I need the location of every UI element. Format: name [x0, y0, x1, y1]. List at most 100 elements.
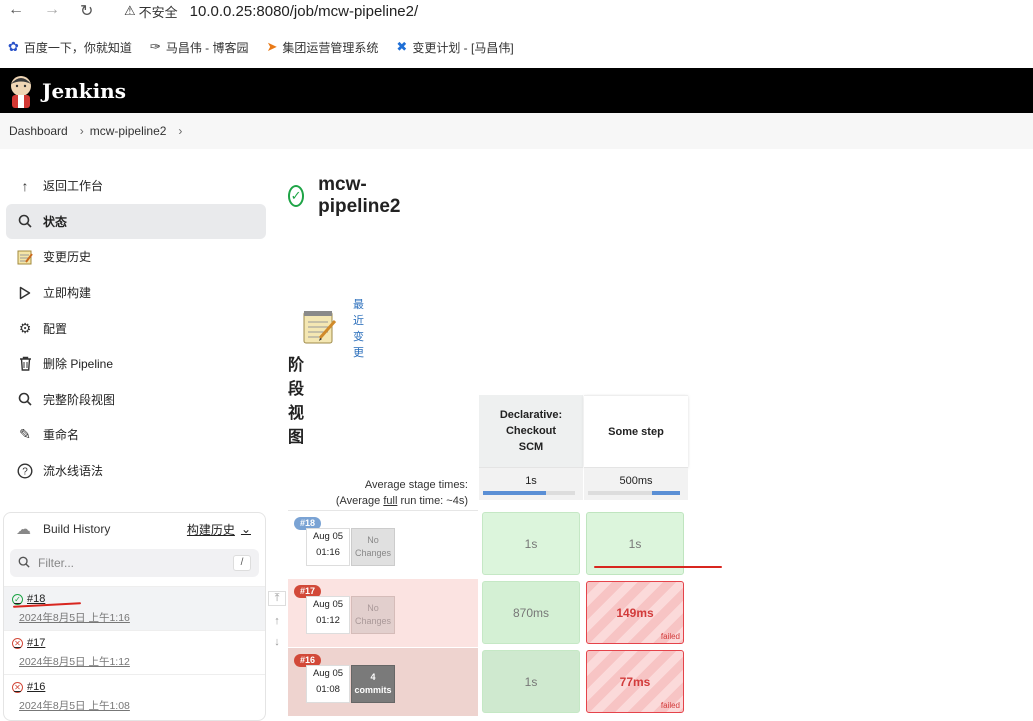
stage-name-line: Checkout: [505, 425, 557, 437]
stage-duration: 870ms: [512, 605, 550, 620]
chevron-right-icon[interactable]: ›: [178, 124, 182, 138]
sidebar-item-label: 状态: [43, 214, 68, 229]
bookmark-item[interactable]: ✿ 百度一下，你就知道: [8, 39, 132, 56]
chevron-right-icon: ›: [79, 124, 84, 138]
sidebar-item-delete[interactable]: 删除 Pipeline: [0, 346, 272, 382]
scroll-up-icon[interactable]: ↑: [274, 615, 280, 627]
sidebar-item-status[interactable]: 状态: [6, 203, 266, 240]
stage-duration: 77ms: [619, 674, 651, 689]
build-date[interactable]: 2024年8月5日 上午1:08: [19, 698, 257, 713]
stage-run-row[interactable]: #17 Aug 05 01:12 No Changes: [288, 579, 478, 647]
sidebar-item-label: 返回工作台: [43, 179, 104, 194]
stage-cell[interactable]: 1s: [482, 650, 580, 713]
security-indicator[interactable]: ⚠ 不安全: [116, 2, 184, 21]
build-filter-input[interactable]: Filter... /: [10, 549, 259, 577]
run-time: 01:12: [316, 615, 340, 626]
browser-toolbar: ← → ↻ ⚠ 不安全 10.0.0.25:8080/job/mcw-pipel…: [0, 0, 1033, 22]
stage-cell[interactable]: 870ms: [482, 581, 580, 644]
changes-line: 4: [370, 672, 376, 682]
stage-average-fill: [652, 491, 680, 495]
build-date[interactable]: 2024年8月5日 上午1:12: [19, 654, 257, 669]
breadcrumb-job[interactable]: mcw-pipeline2: [90, 124, 167, 138]
sidebar-item-label: 变更历史: [43, 250, 92, 265]
build-history-row[interactable]: ✓ #18 2024年8月5日 上午1:16: [4, 586, 265, 630]
reload-icon[interactable]: ↻: [80, 1, 93, 21]
average-run-time: (Average full run time: ~4s): [288, 493, 468, 509]
bookmark-item[interactable]: ✑ 马昌伟 - 博客园: [150, 39, 249, 56]
run-time: 01:16: [316, 547, 340, 558]
stage-duration: 149ms: [616, 605, 654, 620]
stage-header-checkout: Declarative: Checkout SCM: [479, 395, 583, 467]
search-icon: [16, 212, 34, 230]
sidebar-item-label: 完整阶段视图: [43, 392, 116, 407]
help-icon: ?: [16, 462, 34, 480]
notepad-icon: [16, 248, 34, 266]
pen-icon: ✑: [149, 39, 161, 54]
build-history-title: Build History: [43, 522, 111, 536]
svg-text:?: ?: [22, 466, 28, 477]
sidebar-item-configure[interactable]: ⚙ 配置: [0, 310, 272, 346]
stage-run-row[interactable]: #16 Aug 05 01:08 4 commits: [288, 648, 478, 716]
full-run-time-link[interactable]: full: [383, 495, 397, 507]
sidebar-item-full-stage-view[interactable]: 完整阶段视图: [0, 382, 272, 418]
build-link[interactable]: ✕ #17: [12, 637, 257, 649]
run-date: Aug 05: [312, 668, 344, 679]
sidebar-item-label: 立即构建: [43, 286, 92, 301]
run-changes: No Changes: [351, 596, 395, 634]
x-logo-icon: ✖: [396, 39, 408, 54]
stage-cell[interactable]: 149ms failed: [586, 581, 684, 644]
failed-label: failed: [660, 701, 680, 710]
job-name: mcw-pipeline2: [318, 174, 401, 217]
average-times-label: Average stage times: (Average full run t…: [288, 477, 468, 509]
build-number[interactable]: #16: [27, 681, 45, 693]
run-time: 01:08: [316, 684, 340, 695]
bookmark-item[interactable]: ➤ 集团运营管理系统: [267, 39, 379, 56]
run-date: Aug 05: [312, 599, 344, 610]
stage-duration: 1s: [524, 674, 538, 689]
changes-line: commits: [354, 685, 392, 695]
sidebar-item-label: 删除 Pipeline: [43, 357, 114, 372]
build-history-row[interactable]: ✕ #17 2024年8月5日 上午1:12: [4, 630, 265, 674]
success-icon: ✓: [288, 185, 305, 207]
stage-cell[interactable]: 1s: [482, 512, 580, 575]
address-bar[interactable]: ⚠ 不安全 10.0.0.25:8080/job/mcw-pipeline2/: [116, 0, 1016, 22]
annotation-underline: [594, 566, 722, 568]
build-date[interactable]: 2024年8月5日 上午1:16: [19, 610, 257, 625]
jenkins-title[interactable]: Jenkins: [42, 79, 126, 103]
stage-name-line: SCM: [518, 441, 544, 453]
sidebar: ↑ 返回工作台 状态 变更历史 立即构建 ⚙ 配置 删除 Pipeline 完整…: [0, 168, 272, 488]
build-number[interactable]: #17: [27, 637, 45, 649]
bookmark-item[interactable]: ✖ 变更计划 - [马昌伟]: [396, 39, 513, 56]
stage-run-row[interactable]: #18 Aug 05 01:16 No Changes: [288, 510, 478, 578]
bookmark-label: 百度一下，你就知道: [23, 40, 132, 55]
failed-label: failed: [660, 632, 680, 641]
sidebar-item-changes[interactable]: 变更历史: [0, 239, 272, 275]
build-history-row[interactable]: ✕ #16 2024年8月5日 上午1:08: [4, 674, 265, 718]
scroll-down-icon[interactable]: ↓: [274, 636, 280, 648]
sidebar-item-rename[interactable]: ✎ 重命名: [0, 417, 272, 453]
breadcrumb-dashboard[interactable]: Dashboard: [9, 124, 68, 138]
back-icon[interactable]: ←: [8, 1, 24, 19]
stage-cell[interactable]: 77ms failed: [586, 650, 684, 713]
avg-prefix: (Average: [335, 495, 384, 507]
scroll-top-icon[interactable]: ⤒: [268, 591, 286, 606]
security-label: 不安全: [138, 4, 178, 20]
search-icon: [18, 556, 30, 571]
build-link[interactable]: ✕ #16: [12, 681, 257, 693]
build-trend-link[interactable]: 构建历史 ⌄: [187, 521, 251, 538]
recent-changes-link[interactable]: 最近变更: [353, 296, 364, 360]
filter-shortcut-key: /: [233, 555, 251, 571]
run-commits[interactable]: 4 commits: [351, 665, 395, 703]
bookmark-label: 集团运营管理系统: [282, 40, 379, 55]
stage-duration: 1s: [524, 536, 538, 551]
build-history-header: ☁ Build History 构建历史 ⌄: [4, 513, 265, 545]
jenkins-logo[interactable]: [8, 74, 34, 108]
sidebar-item-back[interactable]: ↑ 返回工作台: [0, 168, 272, 204]
changes-line: No: [367, 603, 379, 613]
sidebar-item-pipeline-syntax[interactable]: ? 流水线语法: [0, 453, 272, 489]
forward-icon[interactable]: →: [44, 1, 60, 19]
url-text[interactable]: 10.0.0.25:8080/job/mcw-pipeline2/: [190, 3, 419, 20]
sidebar-item-build-now[interactable]: 立即构建: [0, 275, 272, 311]
stage-name-line: Some step: [608, 425, 664, 438]
chevron-down-icon: ⌄: [240, 522, 251, 536]
